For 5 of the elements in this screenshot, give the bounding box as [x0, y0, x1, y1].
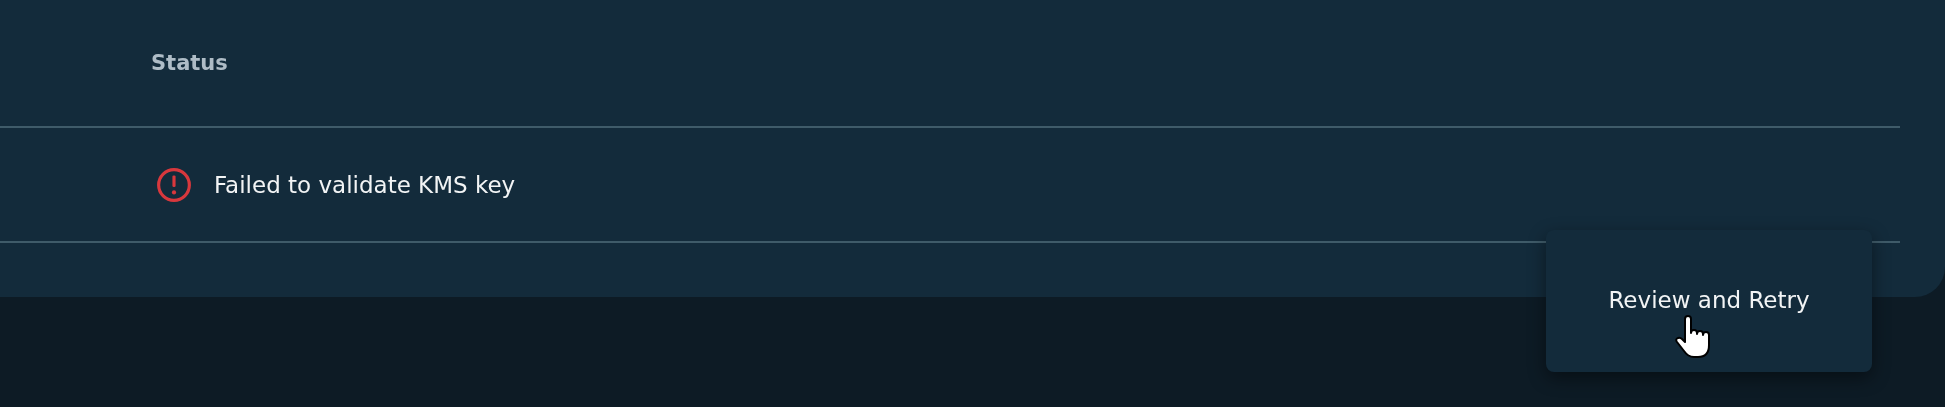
menu-item[interactable]: Review and Retry: [1598, 281, 1820, 319]
column-header: Status: [151, 50, 228, 75]
status-text: Failed to validate KMS key: [214, 171, 516, 198]
hand-cursor-icon: [1675, 315, 1713, 361]
error-icon: [156, 166, 192, 203]
